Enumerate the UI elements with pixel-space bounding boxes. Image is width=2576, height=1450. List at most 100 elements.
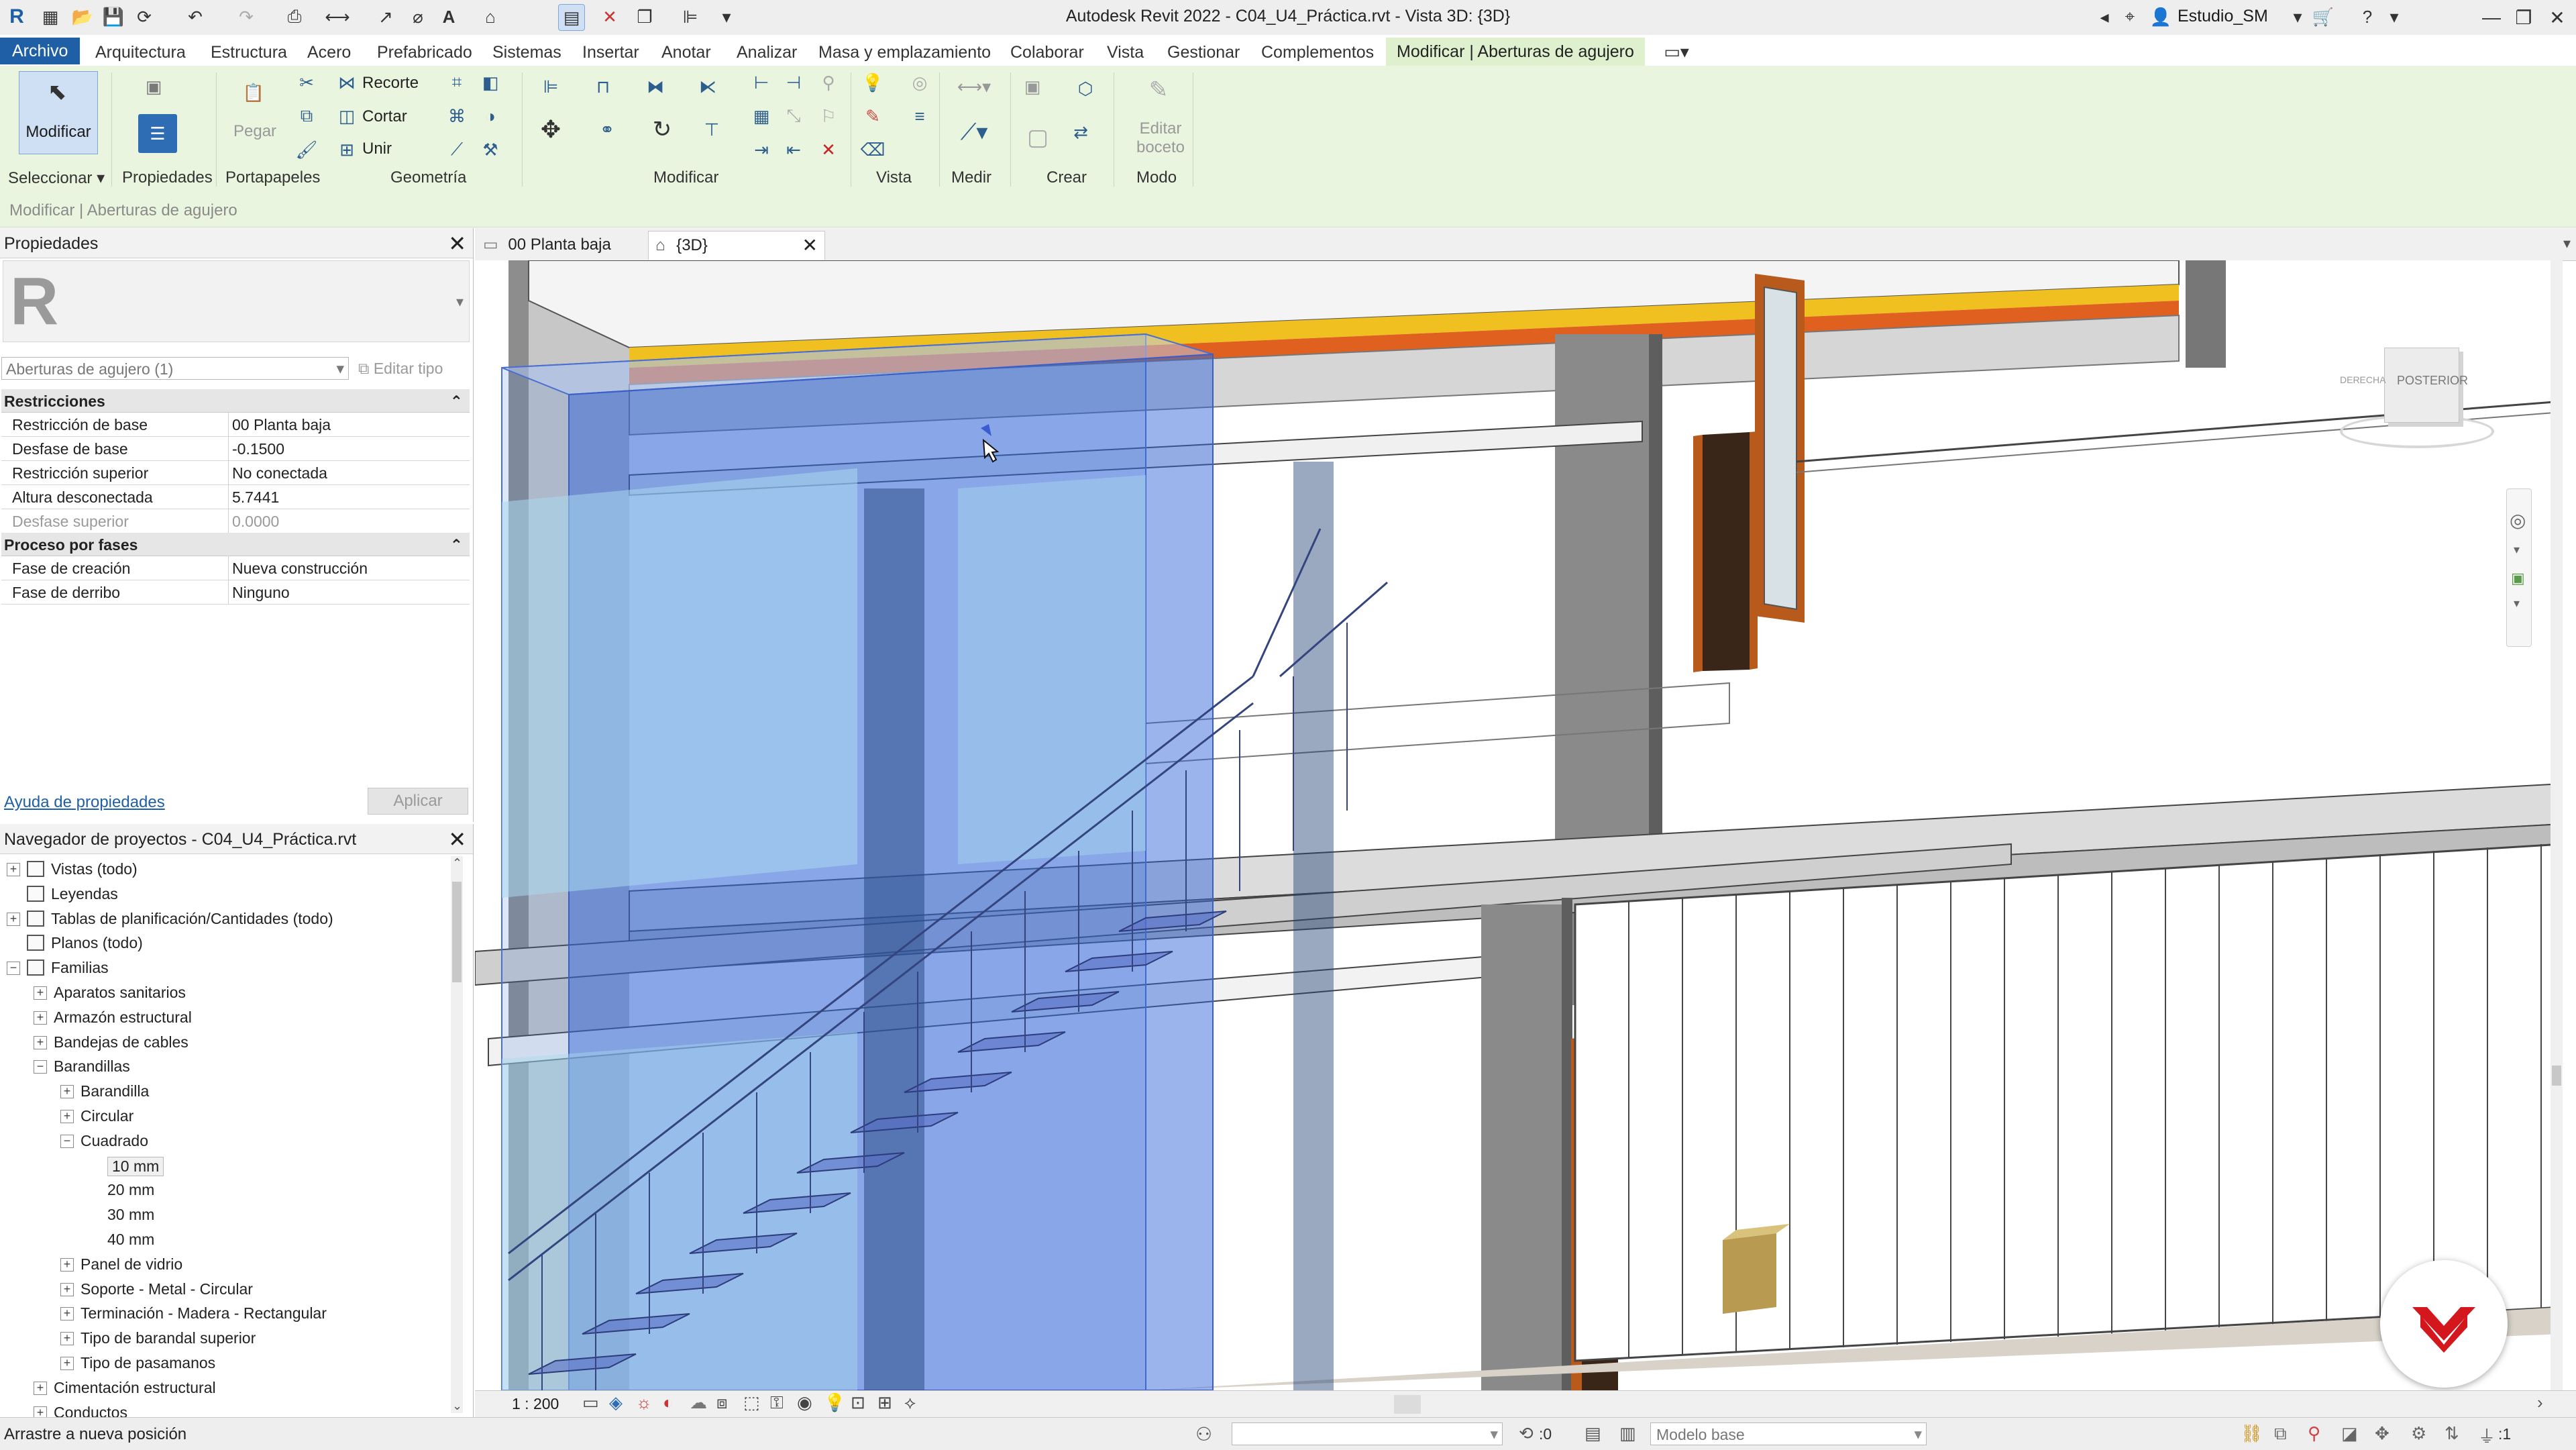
tree-node[interactable]: + Vistas (todo) bbox=[0, 858, 448, 880]
wheel-dropdown-icon[interactable]: ▾ bbox=[2514, 543, 2520, 557]
expand-icon[interactable]: + bbox=[60, 1085, 74, 1099]
tab-vista[interactable]: Vista bbox=[1104, 40, 1146, 64]
override-category-icon[interactable]: ≡ bbox=[906, 102, 934, 130]
select-pinned-icon[interactable]: ⚲ bbox=[2308, 1423, 2320, 1444]
tab-colaborar[interactable]: Colaborar bbox=[1008, 40, 1087, 64]
create-similar-icon[interactable]: ⇄ bbox=[1067, 118, 1095, 146]
tree-node[interactable]: + Soporte - Metal - Circular bbox=[0, 1278, 448, 1300]
create-group-icon[interactable]: ▢ bbox=[1018, 118, 1057, 157]
offset-icon[interactable]: ⊓ bbox=[589, 72, 617, 101]
worksets-icon[interactable]: ⚇ bbox=[1195, 1423, 1212, 1445]
expand-icon[interactable]: + bbox=[60, 1357, 74, 1370]
array-icon[interactable]: ▦ bbox=[747, 102, 775, 130]
type-properties-icon[interactable]: ▣ bbox=[140, 72, 168, 101]
tree-node[interactable]: 20 mm bbox=[0, 1178, 448, 1201]
tab-modificar-aberturas[interactable]: Modificar | Aberturas de agujero bbox=[1386, 38, 1645, 66]
copy-element-icon[interactable]: ⚭ bbox=[593, 115, 621, 144]
tree-node[interactable]: + Cimentación estructural bbox=[0, 1376, 448, 1399]
panel-select[interactable]: Seleccionar ▾ bbox=[8, 168, 105, 188]
editable-only-icon[interactable]: ⟲ bbox=[1519, 1423, 1534, 1444]
tree-node[interactable]: Planos (todo) bbox=[0, 931, 448, 954]
view-scrollbar[interactable] bbox=[2551, 260, 2563, 1390]
mirror-axis-icon[interactable]: ⧓ bbox=[641, 72, 669, 101]
demolish-icon[interactable]: ⌘ bbox=[443, 102, 471, 130]
unpin-gray-icon[interactable]: ⚐ bbox=[814, 102, 843, 130]
collapse-icon[interactable]: − bbox=[7, 962, 20, 976]
cope-label[interactable]: Recorte bbox=[362, 74, 419, 93]
property-row[interactable]: Fase de creación Nueva construcción bbox=[1, 556, 470, 580]
visual-style-icon[interactable]: ◈ bbox=[609, 1392, 623, 1413]
worksharing-icon[interactable]: ⊡ bbox=[851, 1392, 865, 1413]
expand-icon[interactable]: + bbox=[34, 1381, 47, 1395]
group-proceso-fases[interactable]: Proceso por fases ⌃ bbox=[1, 533, 470, 556]
edit-sketch-label[interactable]: Editar boceto bbox=[1134, 119, 1187, 157]
wall-joins-icon[interactable]: ⌗ bbox=[443, 68, 471, 97]
drag-on-selection-icon[interactable]: ✥ bbox=[2375, 1423, 2390, 1444]
tree-node[interactable]: 40 mm bbox=[0, 1228, 448, 1251]
tree-node[interactable]: − Barandillas bbox=[0, 1055, 448, 1078]
render-icon[interactable]: ☁ bbox=[690, 1392, 707, 1413]
create-assembly-icon[interactable]: ▣ bbox=[1018, 72, 1046, 101]
tree-node[interactable]: + Panel de vidrio bbox=[0, 1253, 448, 1276]
view-scroll-thumb[interactable] bbox=[2552, 1066, 2561, 1086]
property-value[interactable]: 5.7441 bbox=[232, 488, 279, 507]
match-properties-icon[interactable]: 🖌 bbox=[292, 136, 321, 164]
property-value[interactable]: Ninguno bbox=[232, 584, 290, 602]
tree-node[interactable]: + Barandilla bbox=[0, 1080, 448, 1102]
background-process-icon[interactable]: ⚙ bbox=[2411, 1423, 2426, 1444]
expand-icon[interactable]: + bbox=[60, 1282, 74, 1296]
expand-icon[interactable]: + bbox=[34, 1011, 47, 1025]
collapse-icon[interactable]: − bbox=[34, 1060, 47, 1074]
back-arrow-icon[interactable]: ◂ bbox=[2092, 4, 2117, 30]
trim-icon[interactable]: ⊤ bbox=[698, 115, 726, 144]
tab-arquitectura[interactable]: Arquitectura bbox=[93, 40, 189, 64]
horizontal-scroll-thumb[interactable] bbox=[1394, 1395, 1421, 1414]
move-icon[interactable]: ✥ bbox=[537, 115, 565, 144]
restore-button[interactable]: ❐ bbox=[2509, 3, 2538, 32]
steering-wheel-icon[interactable]: ◎ bbox=[2510, 509, 2526, 531]
tree-node[interactable]: 30 mm bbox=[0, 1203, 448, 1226]
unpin-icon[interactable]: ⇤ bbox=[780, 136, 808, 164]
tree-node[interactable]: 10 mm bbox=[0, 1154, 448, 1177]
help-icon[interactable]: ? bbox=[2355, 4, 2380, 30]
type-dropdown-icon[interactable]: ▾ bbox=[456, 293, 464, 311]
select-by-face-icon[interactable]: ◪ bbox=[2341, 1423, 2358, 1444]
select-underlay-icon[interactable]: ⧉ bbox=[2274, 1423, 2287, 1445]
aligned-dimension-icon[interactable]: ⟋▾ bbox=[947, 118, 1001, 146]
instance-filter-select[interactable]: Aberturas de agujero (1) ▾ bbox=[1, 357, 349, 380]
split-element-icon[interactable]: ⊢ bbox=[747, 68, 775, 97]
property-value[interactable]: 00 Planta baja bbox=[232, 416, 331, 434]
expand-icon[interactable]: + bbox=[60, 1307, 74, 1321]
viewcube-face[interactable]: POSTERIOR bbox=[2384, 348, 2468, 423]
tree-node[interactable]: Leyendas bbox=[0, 882, 448, 905]
linework-icon[interactable]: ⟋ bbox=[443, 136, 471, 164]
crop-view-icon[interactable]: ⧈ bbox=[716, 1392, 728, 1414]
edit-sketch-icon[interactable]: ✎ bbox=[1140, 71, 1177, 109]
tab-prefabricado[interactable]: Prefabricado bbox=[374, 40, 475, 64]
override-graphics-icon[interactable]: 💡 bbox=[859, 68, 887, 97]
tree-node[interactable]: + Tablas de planificación/Cantidades (tod… bbox=[0, 907, 448, 930]
tree-node[interactable]: + Bandejas de cables bbox=[0, 1031, 448, 1053]
close-tab-icon[interactable]: ✕ bbox=[802, 231, 818, 260]
linework-view-icon[interactable]: ✎ bbox=[859, 102, 887, 130]
property-value[interactable]: No conectada bbox=[232, 464, 327, 482]
tree-node[interactable]: − Familias bbox=[0, 956, 448, 979]
tab-archivo[interactable]: Archivo bbox=[0, 38, 80, 64]
cut-label[interactable]: Cortar bbox=[362, 107, 407, 126]
ribbon-display-icon[interactable]: ▭▾ bbox=[1664, 39, 1689, 64]
trim-multiple-icon[interactable]: ⇥ bbox=[747, 136, 775, 164]
tree-node[interactable]: + Tipo de barandal superior bbox=[0, 1327, 448, 1349]
scroll-up-icon[interactable]: ⌃ bbox=[452, 856, 462, 870]
help-dropdown-icon[interactable]: ▾ bbox=[2381, 4, 2407, 30]
tree-node[interactable]: + Tipo de pasamanos bbox=[0, 1351, 448, 1374]
tab-complementos[interactable]: Complementos bbox=[1258, 40, 1377, 64]
split-icon[interactable]: ⚒ bbox=[476, 136, 504, 164]
binoculars-icon[interactable]: ⌖ bbox=[2117, 4, 2143, 30]
property-row[interactable]: Restricción superior No conectada bbox=[1, 460, 470, 485]
close-browser-icon[interactable]: ✕ bbox=[448, 827, 466, 852]
property-value[interactable]: -0.1500 bbox=[232, 440, 284, 458]
tab-anotar[interactable]: Anotar bbox=[659, 40, 714, 64]
zoom-region-icon[interactable]: ▣ bbox=[2511, 570, 2525, 587]
close-properties-icon[interactable]: ✕ bbox=[448, 231, 466, 256]
apply-button[interactable]: Aplicar bbox=[368, 788, 468, 815]
